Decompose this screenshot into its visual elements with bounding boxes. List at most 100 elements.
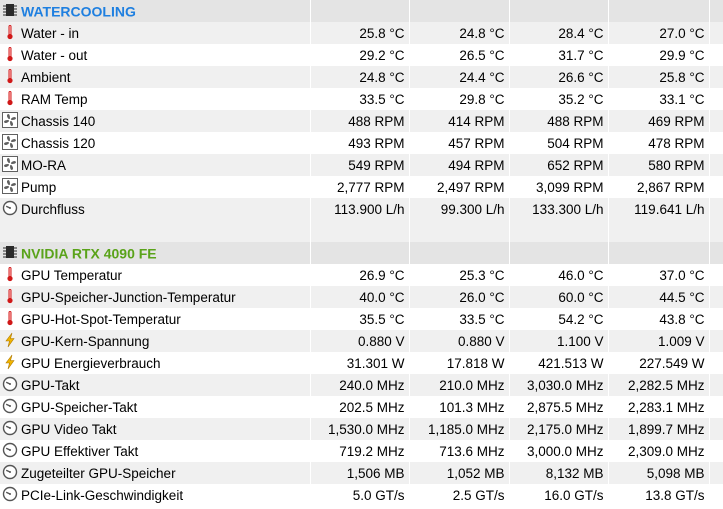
sensor-value: 0.880 V [409, 330, 510, 352]
sensor-row[interactable]: GPU Temperatur 26.9 °C 25.3 °C 46.0 °C 37.0 … [0, 264, 723, 286]
sensor-row[interactable]: GPU Effektiver Takt 719.2 MHz 713.6 MHz 3,0… [0, 440, 723, 462]
sensor-label-cell: GPU-Takt [0, 374, 311, 396]
empty-cell [709, 154, 723, 176]
sensor-value: 2,777 RPM [310, 176, 410, 198]
sensor-label: GPU-Speicher-Takt [21, 399, 138, 415]
sensor-value: 24.8 °C [310, 66, 410, 88]
fan-icon [2, 134, 18, 151]
sensor-row[interactable]: RAM Temp 33.5 °C 29.8 °C 35.2 °C 33.1 °C [0, 88, 723, 110]
sensor-value: 119.641 L/h [608, 198, 710, 220]
bolt-icon [2, 332, 18, 348]
sensor-value: 54.2 °C [509, 308, 609, 330]
empty-cell [709, 308, 723, 330]
sensor-value: 421.513 W [509, 352, 609, 374]
empty-cell [709, 22, 723, 44]
sensor-row[interactable]: Water - in 25.8 °C 24.8 °C 28.4 °C 27.0 °C [0, 22, 723, 44]
sensor-value: 26.9 °C [310, 264, 410, 286]
section-header-cell: NVIDIA RTX 4090 FE [0, 242, 311, 264]
sensor-value: 478 RPM [608, 132, 710, 154]
sensor-label-cell: Chassis 140 [0, 110, 311, 132]
sensor-label-cell: PCIe-Link-Geschwindigkeit [0, 484, 311, 506]
sensor-row[interactable]: Zugeteilter GPU-Speicher 1,506 MB 1,052 MB… [0, 462, 723, 484]
empty-cell [709, 132, 723, 154]
sensor-value: 1,530.0 MHz [310, 418, 410, 440]
sensor-value: 113.900 L/h [310, 198, 410, 220]
sensor-value: 99.300 L/h [409, 198, 510, 220]
empty-cell [310, 242, 410, 264]
sensor-label: Zugeteilter GPU-Speicher [21, 465, 176, 481]
sensor-row[interactable]: GPU Energieverbrauch 31.301 W 17.818 W 421.… [0, 352, 723, 374]
sensor-value: 46.0 °C [509, 264, 609, 286]
sensor-value: 2,875.5 MHz [509, 396, 609, 418]
sensor-value: 60.0 °C [509, 286, 609, 308]
fan-icon [2, 112, 18, 129]
sensor-value: 2,283.1 MHz [608, 396, 710, 418]
sensor-value: 2,282.5 MHz [608, 374, 710, 396]
sensor-value: 3,099 RPM [509, 176, 609, 198]
sensor-value: 24.8 °C [409, 22, 510, 44]
sensor-value: 25.3 °C [409, 264, 510, 286]
sensor-row[interactable]: Pump 2,777 RPM 2,497 RPM 3,099 RPM 2,867 RPM [0, 176, 723, 198]
sensor-row[interactable]: Chassis 140 488 RPM 414 RPM 488 RPM 469 RPM [0, 110, 723, 132]
sensor-label-cell: GPU Temperatur [0, 264, 311, 286]
empty-cell [709, 286, 723, 308]
sensor-row[interactable]: Ambient 24.8 °C 24.4 °C 26.6 °C 25.8 °C [0, 66, 723, 88]
sensor-value: 35.5 °C [310, 308, 410, 330]
sensor-row[interactable]: GPU-Speicher-Junction-Temperatur 40.0 °C 2… [0, 286, 723, 308]
sensor-value: 488 RPM [509, 110, 609, 132]
sensor-label-cell: MO-RA [0, 154, 311, 176]
sensor-value: 202.5 MHz [310, 396, 410, 418]
section-title: NVIDIA RTX 4090 FE [21, 245, 157, 262]
sensor-label: GPU Effektiver Takt [21, 443, 139, 459]
sensor-value: 33.5 °C [310, 88, 410, 110]
sensor-value: 24.4 °C [409, 66, 510, 88]
sensor-value: 35.2 °C [509, 88, 609, 110]
sensor-row[interactable]: MO-RA 549 RPM 494 RPM 652 RPM 580 RPM [0, 154, 723, 176]
empty-cell [709, 418, 723, 440]
sensor-row[interactable]: GPU-Takt 240.0 MHz 210.0 MHz 3,030.0 MHz 2,2… [0, 374, 723, 396]
sensor-label: GPU-Takt [21, 377, 80, 393]
sensor-value: 133.300 L/h [509, 198, 609, 220]
section-header[interactable]: NVIDIA RTX 4090 FE [0, 242, 723, 264]
gauge-icon [2, 486, 18, 502]
sensor-value: 5.0 GT/s [310, 484, 410, 506]
thermometer-icon [2, 68, 18, 84]
sensor-row[interactable]: PCIe-Link-Geschwindigkeit 5.0 GT/s 2.5 GT/… [0, 484, 723, 506]
sensor-row[interactable]: GPU-Speicher-Takt 202.5 MHz 101.3 MHz 2,875… [0, 396, 723, 418]
sensor-value: 40.0 °C [310, 286, 410, 308]
sensor-label: PCIe-Link-Geschwindigkeit [21, 487, 184, 503]
empty-cell [310, 0, 410, 22]
sensor-value: 8,132 MB [509, 462, 609, 484]
gauge-icon [2, 398, 18, 414]
sensor-row[interactable]: Durchfluss 113.900 L/h 99.300 L/h 133.300 L… [0, 198, 723, 220]
sensor-value: 13.8 GT/s [608, 484, 710, 506]
sensor-label-cell: GPU Video Takt [0, 418, 311, 440]
sensor-value: 2,309.0 MHz [608, 440, 710, 462]
sensor-row[interactable]: Chassis 120 493 RPM 457 RPM 504 RPM 478 RPM [0, 132, 723, 154]
chip-icon [2, 2, 18, 18]
sensor-value: 549 RPM [310, 154, 410, 176]
sensor-value: 17.818 W [409, 352, 510, 374]
sensor-value: 31.301 W [310, 352, 410, 374]
sensor-row[interactable]: GPU-Kern-Spannung 0.880 V 0.880 V 1.100 V 1.… [0, 330, 723, 352]
sensor-row[interactable]: GPU Video Takt 1,530.0 MHz 1,185.0 MHz 2,17… [0, 418, 723, 440]
sensor-value: 3,030.0 MHz [509, 374, 609, 396]
sensor-label-cell: Pump [0, 176, 311, 198]
sensor-value: 580 RPM [608, 154, 710, 176]
gauge-icon [2, 200, 18, 216]
empty-cell [709, 396, 723, 418]
empty-cell [709, 352, 723, 374]
sensor-row[interactable]: Water - out 29.2 °C 26.5 °C 31.7 °C 29.9 °C [0, 44, 723, 66]
sensor-value: 101.3 MHz [409, 396, 510, 418]
section-spacer [0, 220, 723, 242]
empty-cell [709, 462, 723, 484]
sensor-row[interactable]: GPU-Hot-Spot-Temperatur 35.5 °C 33.5 °C 54.… [0, 308, 723, 330]
sensor-value: 719.2 MHz [310, 440, 410, 462]
empty-cell [709, 484, 723, 506]
sensor-label: Durchfluss [21, 201, 85, 217]
section-header[interactable]: WATERCOOLING [0, 0, 723, 22]
sensor-label: Pump [21, 179, 57, 195]
sensor-label-cell: Chassis 120 [0, 132, 311, 154]
thermometer-icon [2, 310, 18, 326]
sensor-value: 29.9 °C [608, 44, 710, 66]
